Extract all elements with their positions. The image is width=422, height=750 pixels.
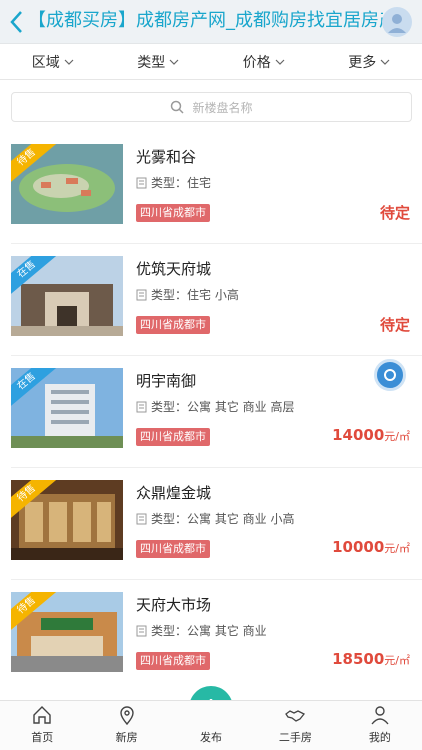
listing-type: 类型：公寓 其它 商业 — [136, 622, 267, 639]
price-unit: 元/㎡ — [384, 542, 410, 555]
search-input[interactable]: 新楼盘名称 — [11, 92, 412, 122]
listing-image: 在售 — [11, 368, 123, 448]
listing-name: 光雾和谷 — [136, 148, 197, 166]
tab-publish[interactable]: 发布 — [169, 701, 253, 750]
region-tag: 四川省成都市 — [136, 428, 210, 446]
search-icon — [171, 100, 185, 114]
region-tag: 四川省成都市 — [136, 652, 210, 670]
user-icon — [371, 706, 389, 725]
listing-item[interactable]: 在售 明宇南御 类型：公寓 其它 商业 高层 四川省成都市 14000元/㎡ — [0, 356, 422, 468]
tab-bar: 首页 新房 发布 二手房 我的 — [0, 700, 422, 750]
search-placeholder: 新楼盘名称 — [192, 100, 253, 115]
document-icon — [136, 513, 147, 524]
page-title: 【成都买房】成都房产网_成都购房找宜居房产网 — [28, 10, 383, 31]
region-tag: 四川省成都市 — [136, 204, 210, 222]
filter-type[interactable]: 类型 — [106, 44, 212, 79]
listing-price: 18500元/㎡ — [332, 650, 410, 668]
tab-mine-label: 我的 — [368, 731, 391, 744]
chevron-down-icon — [64, 59, 74, 65]
listing-type-text: 类型：住宅 — [151, 176, 212, 190]
listing-type-text: 类型：住宅 小高 — [151, 288, 239, 302]
region-tag: 四川省成都市 — [136, 540, 210, 558]
listing-name: 天府大市场 — [136, 596, 212, 614]
listing-type-text: 类型：公寓 其它 商业 小高 — [151, 512, 295, 526]
top-bar: 【成都买房】成都房产网_成都购房找宜居房产网 — [0, 0, 422, 44]
listing-name: 优筑天府城 — [136, 260, 212, 278]
filter-region-label: 区域 — [31, 54, 60, 71]
tab-new-homes[interactable]: 新房 — [84, 701, 168, 750]
floating-assist-button[interactable] — [374, 359, 406, 391]
listing-item[interactable]: 在售 优筑天府城 类型：住宅 小高 四川省成都市 待定 — [0, 244, 422, 356]
tab-second-hand[interactable]: 二手房 — [253, 701, 337, 750]
location-icon — [119, 706, 134, 726]
price-value: 10000 — [332, 538, 385, 556]
price-unit: 元/㎡ — [384, 430, 410, 443]
chevron-down-icon — [169, 59, 179, 65]
listing-image: 在售 — [11, 256, 123, 336]
handshake-icon — [285, 710, 306, 722]
region-tag: 四川省成都市 — [136, 316, 210, 334]
avatar[interactable] — [382, 7, 412, 37]
document-icon — [136, 625, 147, 636]
tab-new-homes-label: 新房 — [115, 731, 138, 744]
price-value: 待定 — [379, 204, 410, 222]
filter-type-label: 类型 — [137, 54, 166, 71]
listing-item[interactable]: 待售 天府大市场 类型：公寓 其它 商业 四川省成都市 18500元/㎡ — [0, 580, 422, 692]
document-icon — [136, 401, 147, 412]
home-icon — [33, 706, 51, 724]
tab-mine[interactable]: 我的 — [338, 701, 422, 750]
price-unit: 元/㎡ — [384, 654, 410, 667]
user-avatar-icon — [388, 14, 406, 33]
document-icon — [136, 177, 147, 188]
filter-region[interactable]: 区域 — [0, 44, 106, 79]
chevron-down-icon — [380, 59, 390, 65]
price-value: 18500 — [332, 650, 385, 668]
tab-second-hand-label: 二手房 — [278, 731, 312, 744]
listing-type-text: 类型：公寓 其它 商业 — [151, 624, 267, 638]
chevron-down-icon — [275, 59, 285, 65]
listing-type-text: 类型：公寓 其它 商业 高层 — [151, 400, 295, 414]
listing-type: 类型：公寓 其它 商业 高层 — [136, 398, 294, 415]
listing-name: 明宇南御 — [136, 372, 197, 390]
listing-price: 10000元/㎡ — [332, 538, 410, 556]
filter-more-label: 更多 — [348, 54, 377, 71]
listing-name: 众鼎煌金城 — [136, 484, 212, 502]
listing-type: 类型：住宅 小高 — [136, 286, 239, 303]
filter-price-label: 价格 — [242, 54, 271, 71]
filter-bar: 区域 类型 价格 更多 — [0, 44, 422, 80]
target-icon — [384, 369, 396, 381]
listing-image: 待售 — [11, 144, 123, 224]
listing-item[interactable]: 待售 光雾和谷 类型：住宅 四川省成都市 待定 — [0, 132, 422, 244]
listing-price: 待定 — [380, 202, 410, 223]
listing-price: 待定 — [380, 314, 410, 335]
document-icon — [136, 289, 147, 300]
listing-item[interactable]: 待售 众鼎煌金城 类型：公寓 其它 商业 小高 四川省成都市 10000元/㎡ — [0, 468, 422, 580]
filter-more[interactable]: 更多 — [317, 44, 422, 79]
price-value: 待定 — [379, 316, 410, 334]
price-value: 14000 — [332, 426, 385, 444]
listing-image: 待售 — [11, 480, 123, 560]
tab-home[interactable]: 首页 — [0, 701, 84, 750]
filter-price[interactable]: 价格 — [211, 44, 317, 79]
listing-image: 待售 — [11, 592, 123, 672]
listing-type: 类型：住宅 — [136, 174, 211, 191]
listing-price: 14000元/㎡ — [332, 426, 410, 444]
back-arrow-icon[interactable] — [6, 8, 30, 36]
tab-home-label: 首页 — [31, 731, 54, 744]
listing-type: 类型：公寓 其它 商业 小高 — [136, 510, 294, 527]
tab-publish-label: 发布 — [200, 731, 223, 744]
